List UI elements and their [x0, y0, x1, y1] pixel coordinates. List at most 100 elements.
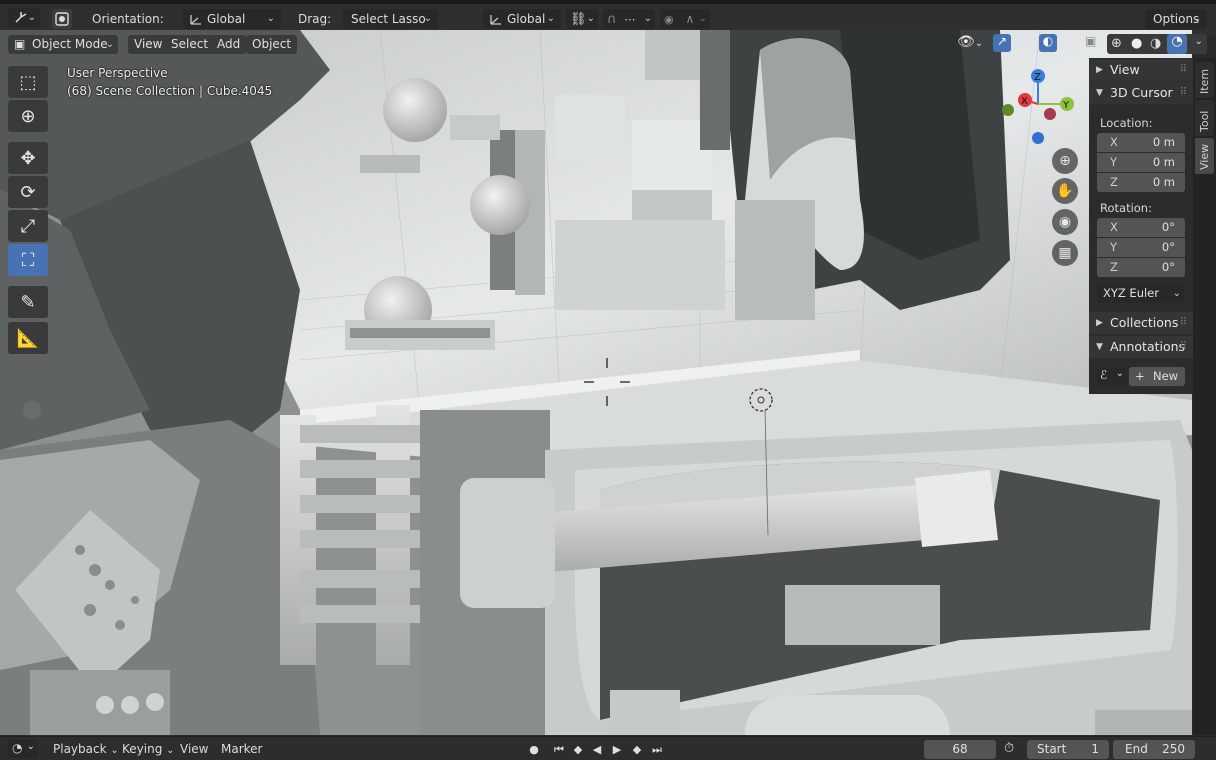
collapsed-triangle-icon: ▶	[1096, 318, 1103, 328]
orientation-axis-icon	[490, 15, 501, 25]
shading-modes[interactable]: ⊕ ● ◑ ◔ ⌄	[1107, 34, 1207, 54]
pivot-icon: ⛓	[570, 12, 587, 27]
start-frame-field[interactable]: Start 1	[1027, 740, 1109, 759]
menu-object[interactable]: Object	[246, 35, 298, 54]
visibility-dropdown[interactable]: 👁⌄	[957, 34, 989, 54]
camera-view-button[interactable]: ◉	[1052, 209, 1078, 235]
location-x-field[interactable]: X 0 m	[1097, 133, 1185, 152]
move-tool[interactable]: ✥	[8, 142, 48, 174]
new-annotation-button[interactable]: + New	[1129, 367, 1185, 386]
transform-orientation-dropdown[interactable]: Global ⌄	[483, 9, 561, 29]
play-icon: ▶	[612, 743, 622, 756]
menu-add[interactable]: Add	[211, 35, 247, 54]
measure-tool[interactable]: 📐	[8, 322, 48, 354]
record-icon: ●	[529, 743, 539, 756]
next-keyframe-icon: ◆	[632, 743, 642, 756]
options-dropdown[interactable]: Options ⌄	[1145, 9, 1207, 29]
select-box-icon: ⬚	[19, 71, 37, 93]
annotation-icon: ℰ	[1100, 368, 1108, 382]
timeline-editor-type[interactable]: ◔ ⌄	[8, 740, 38, 758]
tab-view[interactable]: View	[1195, 138, 1214, 174]
snap-controls[interactable]: ∩ ⋯ ⌄	[603, 9, 655, 29]
pivot-dropdown[interactable]: ⛓ ⌄	[566, 9, 598, 29]
camera-icon: ◉	[1058, 214, 1072, 230]
timeline-view-menu[interactable]: View	[180, 740, 208, 758]
rotation-mode-dropdown[interactable]: XYZ Euler ⌄	[1097, 284, 1185, 303]
prev-keyframe-button[interactable]: ◆	[569, 741, 587, 758]
mode-dropdown[interactable]: ▣ Object Mode ⌄	[8, 35, 118, 54]
location-label: Location:	[1100, 116, 1153, 130]
material-shading-icon[interactable]: ◑	[1150, 36, 1161, 51]
scale-tool[interactable]: ⤢	[8, 210, 48, 242]
keying-menu[interactable]: Keying ⌄	[122, 740, 175, 758]
jump-end-button[interactable]: ⏭	[648, 741, 666, 758]
solid-shading-icon[interactable]: ●	[1131, 36, 1142, 51]
pan-view-button[interactable]: ✋	[1052, 178, 1078, 204]
view-perspective-text: User Perspective	[67, 66, 168, 80]
drag-handle-icon[interactable]: ⠿	[1180, 336, 1187, 358]
orientation-label: Orientation:	[92, 12, 164, 26]
transform-tool[interactable]: ⛶	[8, 244, 48, 276]
annotation-layer-dropdown[interactable]: ℰ ⌄	[1097, 367, 1127, 386]
orientation-dropdown[interactable]: Global ⌄	[183, 9, 281, 29]
gizmo-icon: ↗	[993, 34, 1011, 52]
xray-toggle[interactable]: ▣	[1085, 34, 1103, 54]
marker-menu[interactable]: Marker	[221, 740, 262, 758]
svg-text:X: X	[1021, 96, 1028, 107]
navigation-gizmo[interactable]: Z Y X	[1000, 66, 1080, 146]
next-keyframe-button[interactable]: ◆	[628, 741, 646, 758]
cursor-tool[interactable]: ⊕	[8, 100, 48, 132]
transform-tool-icon	[55, 12, 69, 26]
location-y-field[interactable]: Y 0 m	[1097, 153, 1185, 172]
cursor-icon: ⊕	[20, 105, 36, 127]
menu-view[interactable]: View	[128, 35, 169, 54]
rotation-y-field[interactable]: Y 0°	[1097, 238, 1185, 257]
axis-icon	[15, 12, 27, 23]
menu-select[interactable]: Select	[165, 35, 215, 54]
drag-handle-icon[interactable]: ⠿	[1180, 312, 1187, 334]
gizmo-toggle[interactable]: ↗ ⌄	[993, 34, 1033, 54]
play-reverse-icon: ◀	[592, 743, 602, 756]
proportional-editing[interactable]: ◉ ∧ ⌄	[660, 9, 710, 29]
editor-type-button[interactable]: ⌄	[8, 8, 40, 28]
wireframe-shading-icon[interactable]: ⊕	[1111, 36, 1122, 51]
rotation-z-field[interactable]: Z 0°	[1097, 258, 1185, 277]
tab-item[interactable]: Item	[1195, 62, 1214, 98]
rendered-shading-icon[interactable]: ◔	[1167, 34, 1187, 54]
rotate-tool[interactable]: ⟳	[8, 176, 48, 208]
tool-settings-icon[interactable]	[52, 9, 72, 29]
3d-viewport[interactable]: User Perspective (68) Scene Collection |…	[0, 30, 1192, 735]
record-button[interactable]: ●	[525, 741, 543, 758]
playback-menu[interactable]: Playback ⌄	[53, 740, 119, 758]
drag-dropdown[interactable]: Select Lasso ⌄	[343, 9, 438, 29]
rotation-x-field[interactable]: X 0°	[1097, 218, 1185, 237]
move-icon: ✥	[20, 147, 36, 169]
ortho-toggle-button[interactable]: ▦	[1052, 240, 1078, 266]
collections-section-header[interactable]: ▶ Collections ⠿	[1089, 312, 1193, 334]
drag-handle-icon[interactable]: ⠿	[1180, 59, 1187, 81]
play-reverse-button[interactable]: ◀	[588, 741, 606, 758]
jump-start-button[interactable]: ⏮	[550, 741, 568, 758]
axis-gizmo-icon: Z Y X	[1002, 69, 1074, 144]
overlay-icon: ◐	[1039, 34, 1057, 52]
jump-end-icon: ⏭	[652, 742, 662, 756]
scene-info-text: (68) Scene Collection | Cube.4045	[67, 84, 273, 98]
overlay-toggle[interactable]: ◐ ⌄	[1039, 34, 1079, 54]
play-button[interactable]: ▶	[608, 741, 626, 758]
stopwatch-icon[interactable]: ⏱	[1004, 741, 1022, 758]
zoom-view-button[interactable]: ⊕	[1052, 148, 1078, 174]
xray-icon: ▣	[1085, 34, 1097, 48]
snap-icon: ∩	[607, 12, 617, 27]
transform-icon: ⛶	[21, 249, 35, 271]
location-z-field[interactable]: Z 0 m	[1097, 173, 1185, 192]
cursor-section-header[interactable]: ▼ 3D Cursor ⠿	[1089, 82, 1193, 104]
select-box-tool[interactable]: ⬚	[8, 66, 48, 98]
tab-tool[interactable]: Tool	[1195, 100, 1214, 136]
end-frame-field[interactable]: End 250	[1113, 740, 1195, 759]
annotate-tool[interactable]: ✎	[8, 286, 48, 318]
jump-start-icon: ⏮	[554, 742, 564, 756]
current-frame-field[interactable]: 68	[924, 740, 996, 759]
view-section-header[interactable]: ▶ View ⠿	[1089, 59, 1193, 81]
drag-handle-icon[interactable]: ⠿	[1180, 82, 1187, 104]
annotations-section-header[interactable]: ▼ Annotations ⠿	[1089, 336, 1193, 358]
